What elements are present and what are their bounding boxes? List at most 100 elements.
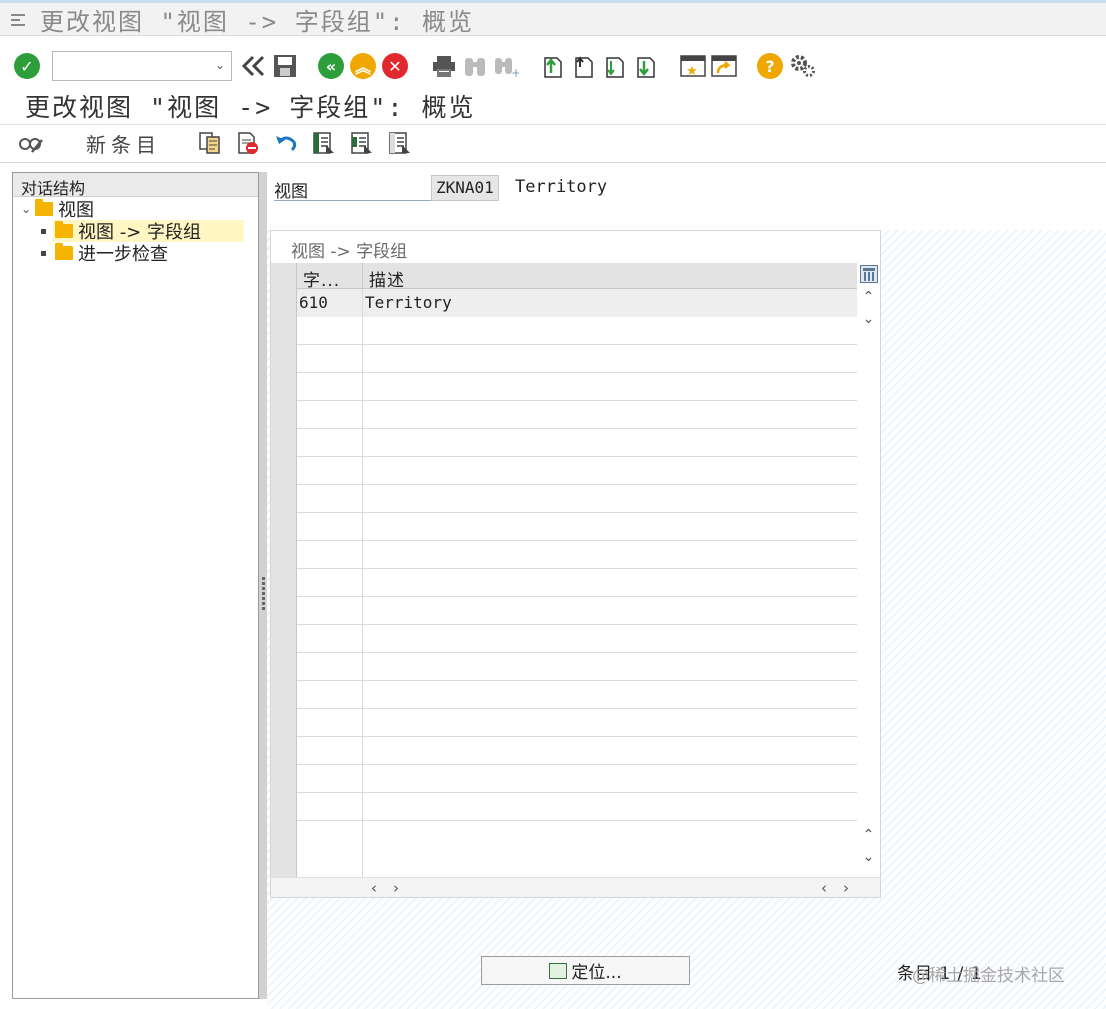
view-field-value[interactable]: ZKNA01 (431, 175, 499, 201)
row-selector[interactable] (271, 401, 297, 429)
vertical-scrollbar[interactable]: ⌃ ⌄ ⌃ ⌄ (857, 289, 880, 871)
tree-item-view-field-groups[interactable]: 视图 -> 字段组 (41, 220, 286, 243)
scroll-right-icon[interactable]: › (843, 879, 849, 897)
last-page-icon[interactable] (632, 52, 660, 80)
collapse-command-field-icon[interactable] (240, 52, 268, 80)
table-row[interactable] (271, 597, 857, 625)
generate-shortcut-icon[interactable] (710, 52, 738, 80)
cell-field-group[interactable] (297, 793, 363, 821)
next-page-icon[interactable] (601, 52, 629, 80)
cell-description[interactable] (363, 681, 857, 709)
command-field-dropdown-icon[interactable]: ⌄ (215, 58, 225, 72)
cell-field-group[interactable] (297, 569, 363, 597)
cell-description[interactable] (363, 625, 857, 653)
cell-description[interactable] (363, 485, 857, 513)
cell-description[interactable] (363, 429, 857, 457)
cell-field-group[interactable] (297, 625, 363, 653)
cell-description[interactable] (363, 401, 857, 429)
previous-page-icon[interactable] (570, 52, 598, 80)
row-selector[interactable] (271, 485, 297, 513)
menu-icon[interactable] (8, 9, 30, 29)
cell-description[interactable] (363, 373, 857, 401)
expand-toggle-icon[interactable]: ⌄ (21, 202, 35, 216)
table-row[interactable] (271, 737, 857, 765)
splitter-grip-icon[interactable] (260, 575, 266, 611)
cell-field-group[interactable] (297, 653, 363, 681)
cell-description[interactable]: Territory (363, 289, 857, 317)
scroll-down-icon[interactable]: ⌄ (857, 311, 880, 333)
column-header-description[interactable]: 描述 (363, 263, 857, 291)
table-row[interactable] (271, 793, 857, 821)
find-next-icon[interactable]: + (492, 52, 520, 80)
table-row[interactable] (271, 373, 857, 401)
column-header-field-group[interactable]: 字... (297, 263, 363, 291)
table-row[interactable] (271, 401, 857, 429)
copy-as-icon[interactable] (197, 130, 223, 156)
cell-description[interactable] (363, 569, 857, 597)
position-button[interactable]: 定位... (481, 956, 690, 985)
cell-field-group[interactable] (297, 401, 363, 429)
enter-icon[interactable]: ✓ (14, 53, 40, 79)
cell-field-group[interactable] (297, 681, 363, 709)
print-icon[interactable] (430, 52, 458, 80)
select-all-icon[interactable] (311, 130, 337, 156)
row-selector[interactable] (271, 317, 297, 345)
row-selector[interactable] (271, 653, 297, 681)
cell-description[interactable] (363, 653, 857, 681)
table-row[interactable] (271, 317, 857, 345)
table-row[interactable] (271, 485, 857, 513)
cell-description[interactable] (363, 457, 857, 485)
cell-field-group[interactable] (297, 597, 363, 625)
cell-field-group[interactable]: 610 (297, 289, 363, 317)
table-row[interactable] (271, 345, 857, 373)
customize-layout-icon[interactable] (789, 52, 817, 80)
page-down-icon[interactable]: ⌄ (857, 849, 880, 871)
new-entries-button[interactable]: 新条目 (86, 129, 161, 158)
command-field[interactable]: ⌄ (52, 51, 232, 81)
cell-field-group[interactable] (297, 373, 363, 401)
cell-description[interactable] (363, 513, 857, 541)
delete-icon[interactable] (235, 130, 261, 156)
cell-field-group[interactable] (297, 345, 363, 373)
row-selector[interactable] (271, 709, 297, 737)
cell-field-group[interactable] (297, 709, 363, 737)
back-icon[interactable]: « (318, 53, 344, 79)
table-row[interactable] (271, 541, 857, 569)
page-up-icon[interactable]: ⌃ (857, 827, 880, 849)
table-row[interactable] (271, 681, 857, 709)
cell-field-group[interactable] (297, 317, 363, 345)
command-field-input[interactable] (53, 52, 203, 80)
cell-field-group[interactable] (297, 457, 363, 485)
row-selector[interactable] (271, 681, 297, 709)
tree-item-further-checks[interactable]: 进一步检查 (41, 242, 286, 265)
cell-description[interactable] (363, 821, 857, 877)
scroll-left-icon[interactable]: ‹ (821, 879, 827, 897)
cell-description[interactable] (363, 345, 857, 373)
cell-field-group[interactable] (297, 821, 363, 877)
first-page-icon[interactable] (539, 52, 567, 80)
row-selector[interactable] (271, 513, 297, 541)
row-selector[interactable] (271, 765, 297, 793)
row-selector[interactable] (271, 569, 297, 597)
row-selector[interactable] (271, 429, 297, 457)
cell-description[interactable] (363, 709, 857, 737)
row-selector[interactable] (271, 625, 297, 653)
save-icon[interactable] (271, 52, 299, 80)
cell-field-group[interactable] (297, 737, 363, 765)
cell-description[interactable] (363, 317, 857, 345)
undo-change-icon[interactable] (273, 130, 299, 156)
tree-node-view[interactable]: ⌄ 视图 (21, 198, 266, 221)
row-selector[interactable] (271, 793, 297, 821)
row-selector[interactable] (271, 541, 297, 569)
select-all-rows-cell[interactable] (271, 263, 297, 289)
row-selector[interactable] (271, 289, 297, 317)
display-change-icon[interactable] (18, 130, 44, 156)
table-row[interactable] (271, 765, 857, 793)
cell-field-group[interactable] (297, 485, 363, 513)
cell-description[interactable] (363, 765, 857, 793)
table-settings-icon[interactable] (860, 265, 878, 283)
row-selector[interactable] (271, 821, 297, 877)
cell-field-group[interactable] (297, 513, 363, 541)
horizontal-scrollbar[interactable]: ‹ › ‹ › (271, 877, 880, 897)
scroll-right-icon[interactable]: › (393, 879, 399, 897)
